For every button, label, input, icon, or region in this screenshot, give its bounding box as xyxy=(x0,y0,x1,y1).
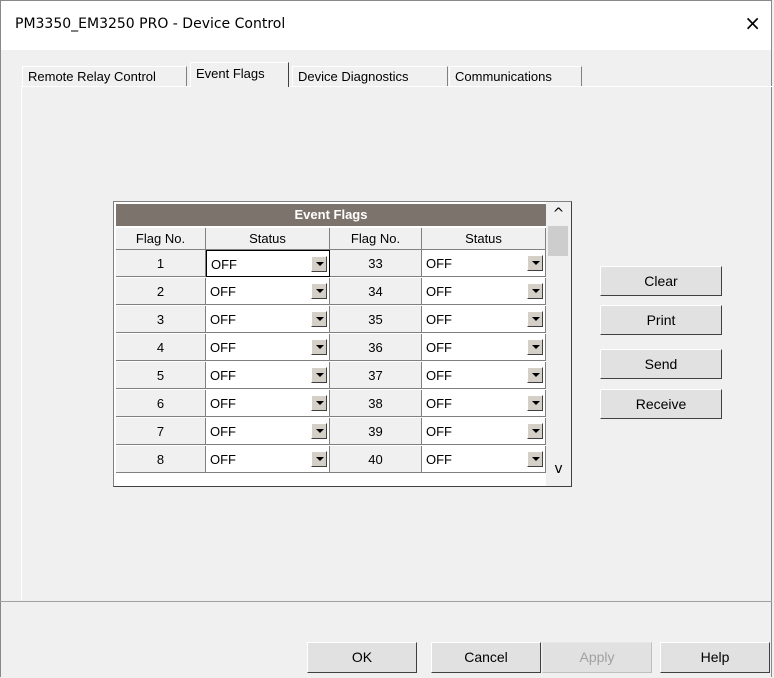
dropdown-arrow-icon[interactable] xyxy=(527,283,543,299)
status-select[interactable]: OFF xyxy=(206,418,330,445)
column-header-flag-no: Flag No. xyxy=(330,228,422,250)
grid-title: Event Flags xyxy=(116,204,546,226)
help-button[interactable]: Help xyxy=(660,642,770,673)
status-select[interactable]: OFF xyxy=(206,278,330,305)
ok-button[interactable]: OK xyxy=(307,642,417,673)
flag-number-cell: 36 xyxy=(330,334,422,361)
dropdown-arrow-icon[interactable] xyxy=(311,395,327,411)
print-button[interactable]: Print xyxy=(600,305,722,335)
cancel-button[interactable]: Cancel xyxy=(431,642,541,673)
status-value: OFF xyxy=(210,396,236,411)
status-select[interactable]: OFF xyxy=(422,390,546,417)
status-value: OFF xyxy=(210,284,236,299)
flag-number-cell: 37 xyxy=(330,362,422,389)
status-select[interactable]: OFF xyxy=(422,446,546,473)
dropdown-arrow-icon[interactable] xyxy=(311,423,327,439)
flag-number-cell: 5 xyxy=(116,362,206,389)
flag-number-cell: 39 xyxy=(330,418,422,445)
dropdown-arrow-icon[interactable] xyxy=(311,256,327,272)
tab-communications[interactable]: Communications xyxy=(449,66,582,86)
dropdown-arrow-icon[interactable] xyxy=(527,255,543,271)
status-value: OFF xyxy=(426,256,452,271)
status-value: OFF xyxy=(426,452,452,467)
flag-number-cell: 2 xyxy=(116,278,206,305)
dropdown-arrow-icon[interactable] xyxy=(527,339,543,355)
status-select[interactable]: OFF xyxy=(206,390,330,417)
column-header-flag-no: Flag No. xyxy=(116,228,206,250)
dropdown-arrow-icon[interactable] xyxy=(527,395,543,411)
event-flags-grid: Event Flags Flag No. Status Flag No. Sta… xyxy=(113,201,572,487)
clear-button[interactable]: Clear xyxy=(600,266,722,296)
status-value: OFF xyxy=(210,368,236,383)
dropdown-arrow-icon[interactable] xyxy=(311,339,327,355)
status-value: OFF xyxy=(426,284,452,299)
status-select[interactable]: OFF xyxy=(422,250,546,277)
flag-number-cell: 4 xyxy=(116,334,206,361)
status-select[interactable]: OFF xyxy=(422,362,546,389)
column-header-status: Status xyxy=(206,228,330,250)
flag-number-cell: 6 xyxy=(116,390,206,417)
status-select[interactable]: OFF xyxy=(206,446,330,473)
status-value: OFF xyxy=(210,452,236,467)
status-select[interactable]: OFF xyxy=(206,362,330,389)
apply-button[interactable]: Apply xyxy=(542,642,652,673)
dropdown-arrow-icon[interactable] xyxy=(527,367,543,383)
flag-number-cell: 7 xyxy=(116,418,206,445)
tab-device-diagnostics[interactable]: Device Diagnostics xyxy=(292,66,448,86)
status-select[interactable]: OFF xyxy=(422,306,546,333)
dropdown-arrow-icon[interactable] xyxy=(311,451,327,467)
flag-number-cell: 1 xyxy=(116,250,206,277)
tab-event-flags[interactable]: Event Flags xyxy=(190,62,289,87)
dropdown-arrow-icon[interactable] xyxy=(311,283,327,299)
flag-number-cell: 33 xyxy=(330,250,422,277)
status-value: OFF xyxy=(210,312,236,327)
status-value: OFF xyxy=(426,396,452,411)
dropdown-arrow-icon[interactable] xyxy=(527,311,543,327)
window-title: PM3350_EM3250 PRO - Device Control xyxy=(15,16,286,32)
column-header-status: Status xyxy=(422,228,546,250)
send-button[interactable]: Send xyxy=(600,349,722,379)
scroll-thumb[interactable] xyxy=(548,226,568,256)
status-select[interactable]: OFF xyxy=(206,250,330,277)
status-value: OFF xyxy=(426,424,452,439)
flag-number-cell: 40 xyxy=(330,446,422,473)
status-value: OFF xyxy=(211,257,237,272)
flag-number-cell: 8 xyxy=(116,446,206,473)
dropdown-arrow-icon[interactable] xyxy=(527,451,543,467)
status-select[interactable]: OFF xyxy=(422,418,546,445)
status-value: OFF xyxy=(426,368,452,383)
status-value: OFF xyxy=(426,312,452,327)
flag-number-cell: 34 xyxy=(330,278,422,305)
dropdown-arrow-icon[interactable] xyxy=(311,311,327,327)
status-value: OFF xyxy=(210,340,236,355)
flag-number-cell: 35 xyxy=(330,306,422,333)
close-icon[interactable]: × xyxy=(744,13,761,33)
status-select[interactable]: OFF xyxy=(422,278,546,305)
status-select[interactable]: OFF xyxy=(206,334,330,361)
tab-remote-relay-control[interactable]: Remote Relay Control xyxy=(22,66,187,86)
vertical-scrollbar[interactable]: ^ v xyxy=(546,202,571,486)
title-bar: PM3350_EM3250 PRO - Device Control × xyxy=(0,0,772,50)
dropdown-arrow-icon[interactable] xyxy=(311,367,327,383)
receive-button[interactable]: Receive xyxy=(600,389,722,419)
dropdown-arrow-icon[interactable] xyxy=(527,423,543,439)
status-select[interactable]: OFF xyxy=(422,334,546,361)
flag-number-cell: 3 xyxy=(116,306,206,333)
status-value: OFF xyxy=(426,340,452,355)
footer-bar: OK Cancel Apply Help xyxy=(0,601,772,678)
status-value: OFF xyxy=(210,424,236,439)
scroll-up-icon[interactable]: ^ xyxy=(550,206,567,223)
status-select[interactable]: OFF xyxy=(206,306,330,333)
scroll-down-icon[interactable]: v xyxy=(550,461,567,478)
flag-number-cell: 38 xyxy=(330,390,422,417)
